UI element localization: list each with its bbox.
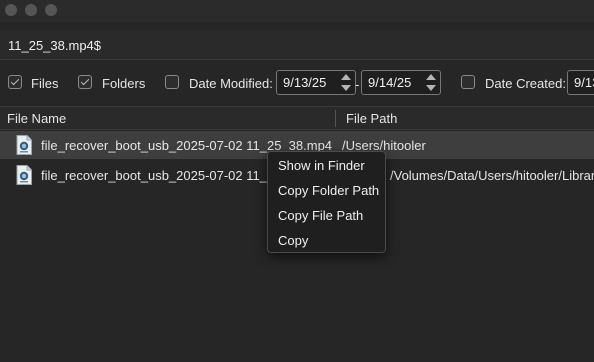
title-bar	[0, 0, 594, 22]
date-modified-checkbox[interactable]	[165, 75, 179, 89]
date-modified-to-stepper[interactable]	[424, 73, 438, 92]
files-label: Files	[31, 76, 59, 91]
file-path-cell: /Volumes/Data/Users/hitooler/Library	[390, 168, 594, 183]
search-bar	[0, 30, 594, 60]
date-created-checkbox[interactable]	[461, 75, 475, 89]
menu-item-show-in-finder[interactable]: Show in Finder	[268, 153, 385, 178]
date-modified-from-value: 9/13/25	[283, 75, 327, 90]
context-menu: Show in Finder Copy Folder Path Copy Fil…	[267, 151, 386, 253]
close-window-button[interactable]	[5, 4, 17, 16]
folders-checkbox[interactable]	[78, 75, 92, 89]
video-file-icon	[16, 135, 32, 155]
minimize-window-button[interactable]	[25, 4, 37, 16]
folders-label: Folders	[102, 76, 146, 91]
date-modified-to-value: 9/14/25	[368, 75, 412, 90]
stepper-down-icon[interactable]	[426, 85, 436, 91]
date-created-label: Date Created:	[485, 76, 566, 91]
column-header-file-name[interactable]: File Name	[7, 111, 66, 126]
menu-item-copy[interactable]: Copy	[268, 228, 385, 253]
date-created-from-value: 9/13	[574, 75, 594, 90]
column-divider[interactable]	[335, 110, 336, 127]
column-header-file-path[interactable]: File Path	[346, 111, 397, 126]
date-modified-to-field[interactable]: 9/14/25	[361, 70, 441, 95]
video-file-icon	[16, 165, 32, 185]
date-range-separator: -	[355, 77, 360, 92]
search-input[interactable]	[8, 38, 588, 53]
zoom-window-button[interactable]	[45, 4, 57, 16]
files-checkbox[interactable]	[8, 75, 22, 89]
filter-bar: Files Folders Date Modified: 9/13/25 - 9…	[0, 60, 594, 106]
date-modified-from-field[interactable]: 9/13/25	[276, 70, 356, 95]
date-modified-label: Date Modified:	[189, 76, 273, 91]
stepper-up-icon[interactable]	[341, 74, 351, 80]
date-created-from-field[interactable]: 9/13	[567, 70, 594, 95]
date-modified-from-stepper[interactable]	[339, 73, 353, 92]
menu-item-copy-folder-path[interactable]: Copy Folder Path	[268, 178, 385, 203]
stepper-up-icon[interactable]	[426, 74, 436, 80]
menu-item-copy-file-path[interactable]: Copy File Path	[268, 203, 385, 228]
stepper-down-icon[interactable]	[341, 85, 351, 91]
table-header: File Name File Path	[0, 106, 594, 130]
